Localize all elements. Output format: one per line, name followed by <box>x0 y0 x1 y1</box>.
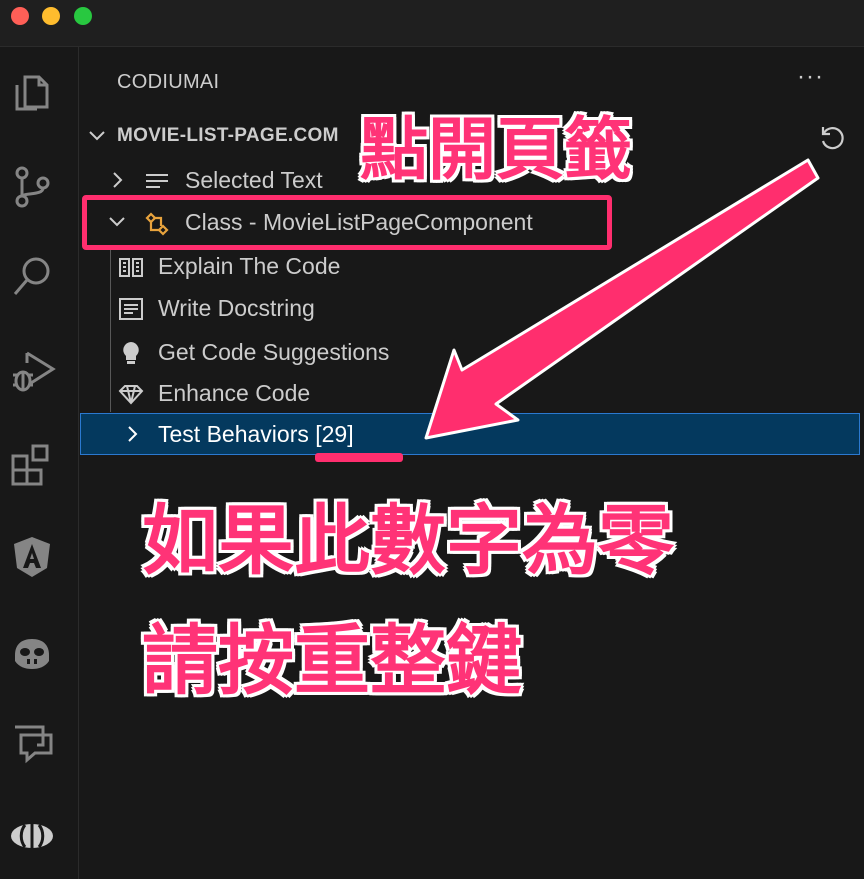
tree-item-explain-code[interactable]: Explain The Code <box>79 245 864 287</box>
close-window-button[interactable] <box>11 7 29 25</box>
tree-item-code-suggestions[interactable]: Get Code Suggestions <box>79 331 864 373</box>
title-bar <box>0 0 864 47</box>
document-icon <box>117 294 145 322</box>
tree-item-test-behaviors[interactable]: Test Behaviors [29] <box>80 413 860 455</box>
annotation-if-zero: 如果此數字為零 <box>142 499 674 584</box>
chevron-right-icon <box>120 413 144 455</box>
angular-icon[interactable] <box>7 532 57 582</box>
highlight-underline <box>315 453 403 462</box>
annotation-press-refresh: 請按重整鍵 <box>142 619 522 704</box>
tree-item-label: Enhance Code <box>158 380 311 406</box>
explorer-icon[interactable] <box>7 67 57 117</box>
activity-bar <box>0 47 79 879</box>
text-lines-icon <box>143 166 171 194</box>
github-copilot-icon[interactable] <box>7 627 57 677</box>
gem-icon <box>117 379 145 407</box>
tree-item-enhance-code[interactable]: Enhance Code <box>79 372 864 414</box>
extensions-icon[interactable] <box>7 440 57 490</box>
annotation-open-tab: 點開頁籤 <box>360 112 633 188</box>
chevron-down-icon <box>85 115 109 157</box>
app-window: CODIUMAI ··· MOVIE-LIST-PAGE.COM Selecte… <box>0 0 864 879</box>
book-icon <box>117 252 145 280</box>
panel-title: CODIUMAI <box>117 71 220 93</box>
refresh-icon[interactable] <box>817 123 847 153</box>
codiumai-icon[interactable] <box>7 811 57 861</box>
lightbulb-icon <box>117 338 145 366</box>
highlight-box <box>82 195 612 250</box>
maximize-window-button[interactable] <box>74 7 92 25</box>
search-icon[interactable] <box>7 252 57 302</box>
chat-icon[interactable] <box>7 717 57 767</box>
run-debug-icon[interactable] <box>7 345 57 395</box>
more-actions-button[interactable]: ··· <box>797 63 824 91</box>
tree-item-label: Get Code Suggestions <box>158 339 390 365</box>
tree-item-write-docstring[interactable]: Write Docstring <box>79 287 864 329</box>
file-header-label: MOVIE-LIST-PAGE.COM <box>117 125 339 146</box>
minimize-window-button[interactable] <box>42 7 60 25</box>
source-control-icon[interactable] <box>7 162 57 212</box>
tree-item-label: Write Docstring <box>158 295 315 321</box>
tree-item-label: Test Behaviors [29] <box>158 421 354 447</box>
tree-item-label: Explain The Code <box>158 253 341 279</box>
